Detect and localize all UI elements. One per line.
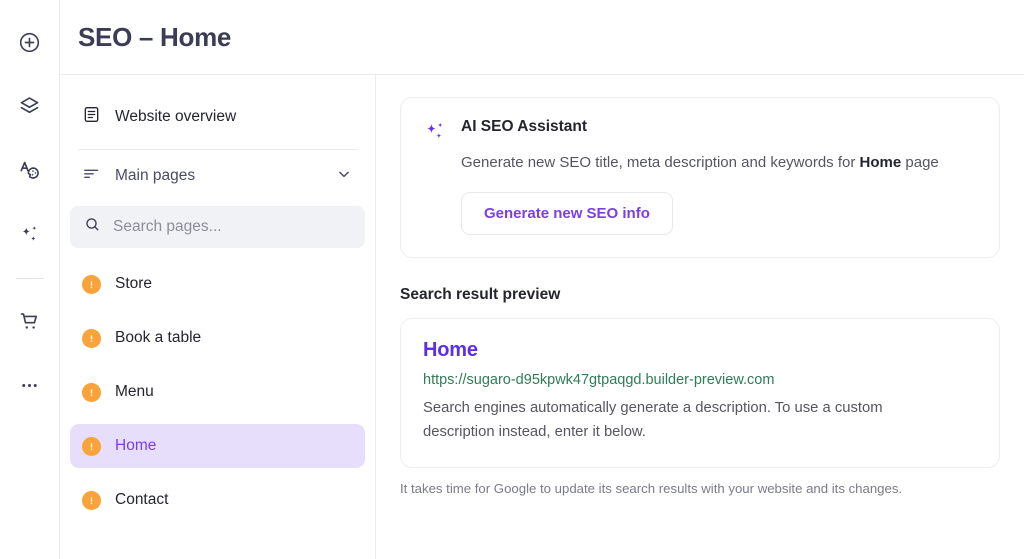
seo-settings-screen: SEO – Home Website overview <box>0 0 1024 559</box>
sparkles-ai-icon <box>423 118 447 235</box>
ai-desc-before: Generate new SEO title, meta description… <box>461 154 860 171</box>
shopping-cart-icon <box>18 310 41 333</box>
design-palette-icon <box>18 159 41 182</box>
sparkles-ai-icon <box>18 223 41 246</box>
warning-icon <box>82 437 101 456</box>
warning-icon <box>82 329 101 348</box>
search-pages-wrap: Search pages... <box>70 206 365 248</box>
search-placeholder: Search pages... <box>113 218 222 236</box>
list-item-menu[interactable]: Menu <box>70 370 365 414</box>
page-title: SEO – Home <box>78 22 231 53</box>
ai-desc-page-name: Home <box>860 154 902 171</box>
more-ellipsis-icon <box>18 374 41 397</box>
rail-divider <box>16 278 44 279</box>
list-item-label: Book a table <box>115 329 201 347</box>
main-column: SEO – Home Website overview <box>60 0 1024 559</box>
warning-icon <box>82 275 101 294</box>
list-item-store[interactable]: Store <box>70 262 365 306</box>
rail-item-store[interactable] <box>10 301 50 341</box>
rail-item-more[interactable] <box>10 365 50 405</box>
list-item-label: Contact <box>115 491 168 509</box>
search-result-preview-heading: Search result preview <box>400 286 1000 304</box>
left-icon-rail <box>0 0 60 559</box>
list-item-book-a-table[interactable]: Book a table <box>70 316 365 360</box>
list-item-label: Menu <box>115 383 154 401</box>
website-overview-label: Website overview <box>115 108 236 126</box>
ai-card-description: Generate new SEO title, meta description… <box>461 152 977 174</box>
list-item-home[interactable]: Home <box>70 424 365 468</box>
google-update-note: It takes time for Google to update its s… <box>400 481 1000 496</box>
list-item-contact[interactable]: Contact <box>70 478 365 522</box>
rail-item-ai[interactable] <box>10 214 50 254</box>
body-row: Website overview Main pages <box>60 75 1024 559</box>
layers-icon <box>18 95 41 118</box>
pages-section-label: Main pages <box>115 167 321 185</box>
warning-icon <box>82 383 101 402</box>
preview-result-description: Search engines automatically generate a … <box>423 397 953 445</box>
sort-lines-icon <box>82 164 101 188</box>
ai-seo-assistant-card: AI SEO Assistant Generate new SEO title,… <box>400 97 1000 258</box>
rail-item-pages[interactable] <box>10 86 50 126</box>
top-bar: SEO – Home <box>60 0 1024 75</box>
list-item-label: Store <box>115 275 152 293</box>
search-result-preview-card: Home https://sugaro-d95kpwk47gtpaqgd.bui… <box>400 318 1000 468</box>
chevron-down-icon[interactable] <box>335 165 353 188</box>
list-item-label: Home <box>115 437 156 455</box>
rail-item-design[interactable] <box>10 150 50 190</box>
ai-card-title: AI SEO Assistant <box>461 118 977 136</box>
pages-panel: Website overview Main pages <box>60 75 376 559</box>
document-list-icon <box>82 105 101 129</box>
content-panel: AI SEO Assistant Generate new SEO title,… <box>376 75 1024 559</box>
search-input[interactable]: Search pages... <box>70 206 365 248</box>
sidebar-item-website-overview[interactable]: Website overview <box>70 89 365 145</box>
warning-icon <box>82 491 101 510</box>
add-circle-icon <box>18 31 41 54</box>
generate-seo-info-button[interactable]: Generate new SEO info <box>461 192 673 235</box>
search-icon <box>84 216 101 238</box>
pages-list: Store Book a table <box>70 262 365 522</box>
preview-result-url: https://sugaro-d95kpwk47gtpaqgd.builder-… <box>423 372 977 388</box>
rail-item-add[interactable] <box>10 22 50 62</box>
preview-result-title[interactable]: Home <box>423 339 977 362</box>
ai-desc-after: page <box>901 154 939 171</box>
pages-section-header[interactable]: Main pages <box>70 150 365 202</box>
